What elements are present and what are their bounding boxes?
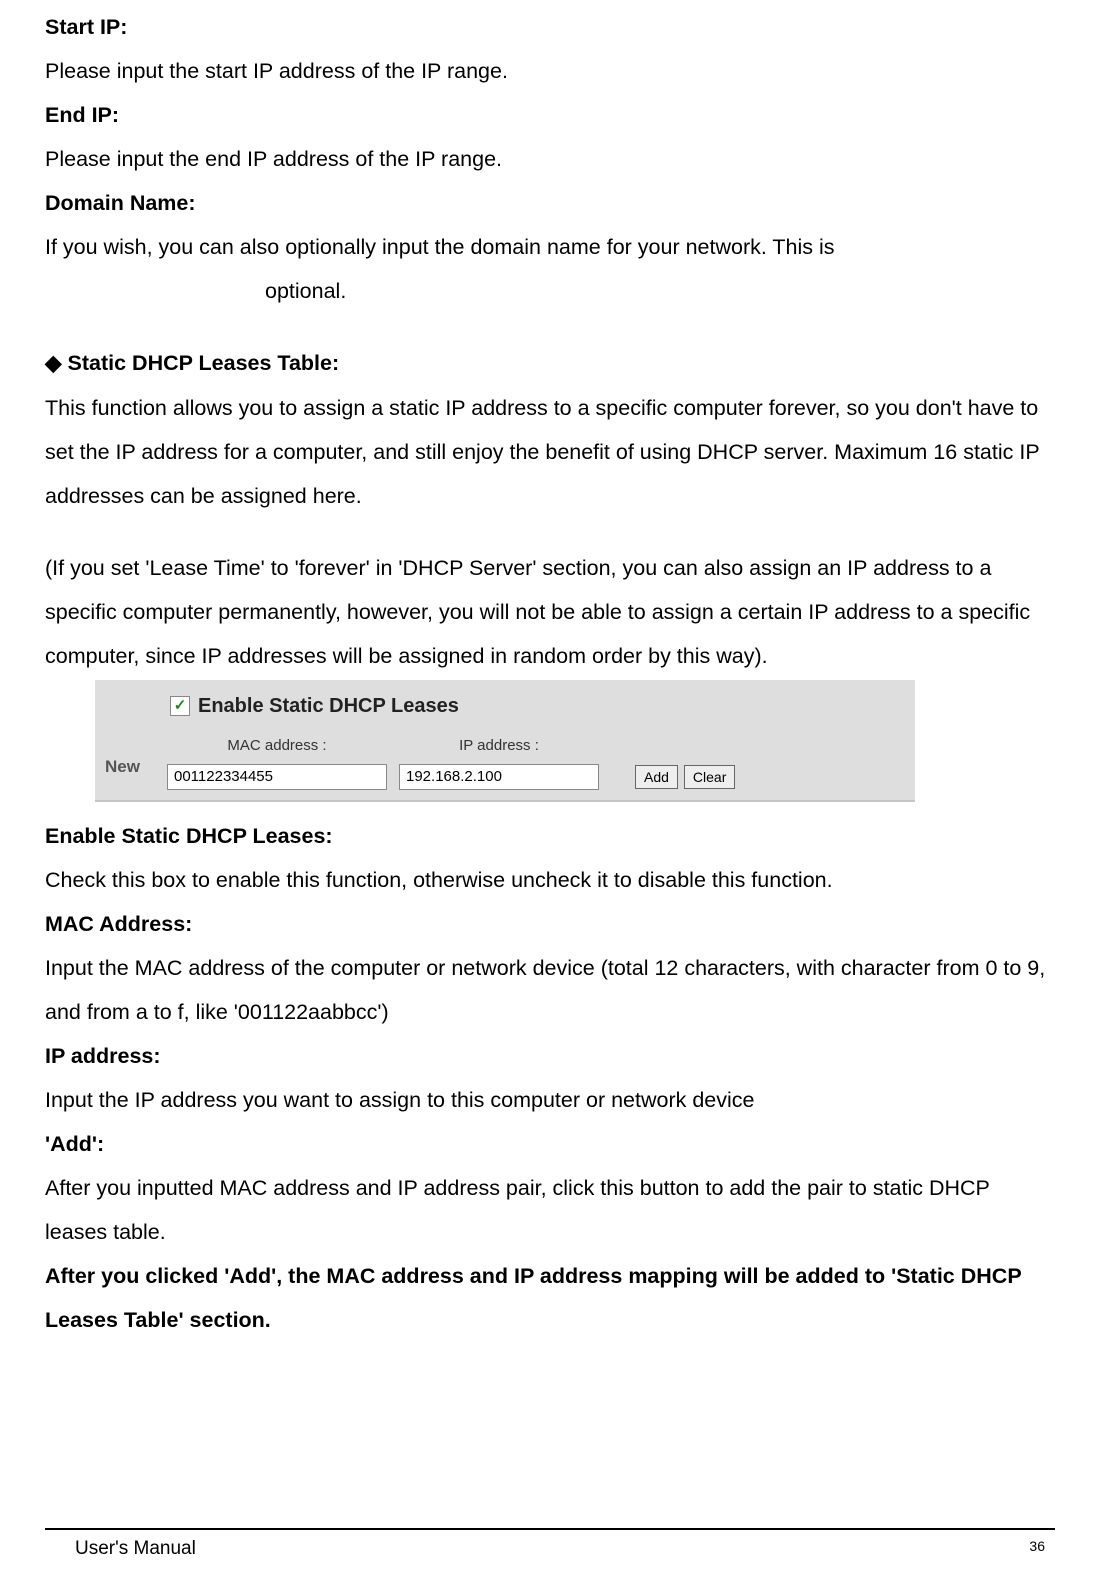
static-dhcp-heading: Static DHCP Leases Table: xyxy=(45,341,1055,385)
mac-address-label: MAC address : xyxy=(227,731,326,762)
static-dhcp-para2: (If you set 'Lease Time' to 'forever' in… xyxy=(45,546,1055,678)
end-ip-heading: End IP: xyxy=(45,93,1055,137)
footer-manual-label: User's Manual xyxy=(75,1538,196,1560)
add-button[interactable]: Add xyxy=(635,765,678,789)
enable-static-heading: Enable Static DHCP Leases: xyxy=(45,814,1055,858)
domain-name-heading: Domain Name: xyxy=(45,181,1055,225)
static-dhcp-para1: This function allows you to assign a sta… xyxy=(45,386,1055,518)
enable-static-checkbox-label: Enable Static DHCP Leases xyxy=(198,686,459,727)
footer-page-number: 36 xyxy=(1029,1538,1045,1560)
start-ip-heading: Start IP: xyxy=(45,5,1055,49)
mac-address-text: Input the MAC address of the computer or… xyxy=(45,946,1055,1034)
mac-address-input[interactable] xyxy=(167,764,387,790)
ip-address-text: Input the IP address you want to assign … xyxy=(45,1078,1055,1122)
domain-name-text-line1: If you wish, you can also optionally inp… xyxy=(45,225,1055,269)
clear-button[interactable]: Clear xyxy=(684,765,735,789)
add-text: After you inputted MAC address and IP ad… xyxy=(45,1166,1055,1254)
dhcp-leases-panel: ✓ Enable Static DHCP Leases New MAC addr… xyxy=(95,680,915,802)
end-ip-text: Please input the end IP address of the I… xyxy=(45,137,1055,181)
add-heading: 'Add': xyxy=(45,1122,1055,1166)
ip-address-label: IP address : xyxy=(459,731,539,762)
mac-address-heading: MAC Address: xyxy=(45,902,1055,946)
start-ip-text: Please input the start IP address of the… xyxy=(45,49,1055,93)
new-row-label: New xyxy=(105,750,155,790)
ip-address-input[interactable] xyxy=(399,764,599,790)
domain-name-text-line2: optional. xyxy=(265,269,346,313)
after-add-text: After you clicked 'Add', the MAC address… xyxy=(45,1254,1055,1342)
page-footer: User's Manual 36 xyxy=(45,1528,1055,1560)
enable-static-text: Check this box to enable this function, … xyxy=(45,858,1055,902)
ip-address-heading: IP address: xyxy=(45,1034,1055,1078)
enable-static-checkbox[interactable]: ✓ xyxy=(170,696,190,716)
